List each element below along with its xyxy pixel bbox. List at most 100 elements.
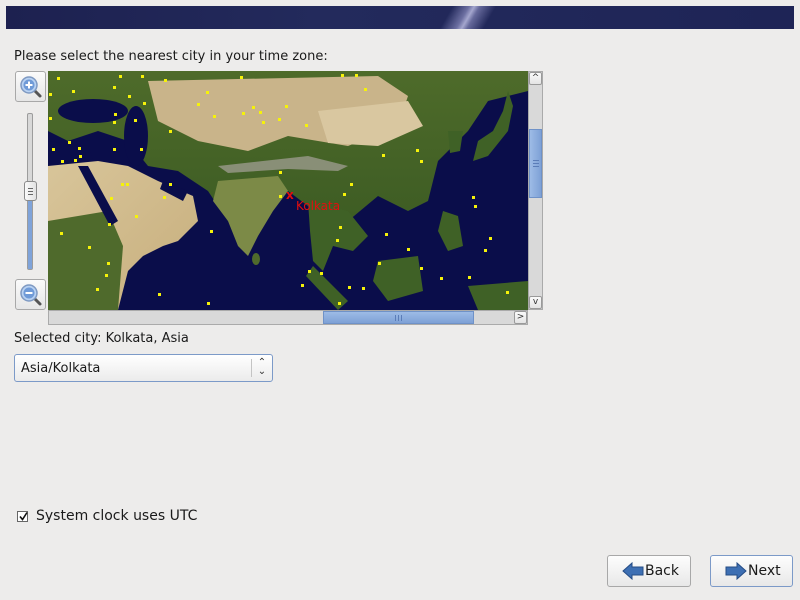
city-dot[interactable] xyxy=(113,148,116,151)
city-dot[interactable] xyxy=(143,102,146,105)
city-dot[interactable] xyxy=(341,74,344,77)
scroll-right-button[interactable]: > xyxy=(514,311,527,324)
selected-city-marker[interactable]: x xyxy=(286,189,294,201)
scroll-up-button[interactable]: ^ xyxy=(529,72,542,85)
city-dot[interactable] xyxy=(343,193,346,196)
city-dot[interactable] xyxy=(484,249,487,252)
city-dot[interactable] xyxy=(416,149,419,152)
back-button[interactable]: Back xyxy=(607,555,691,587)
city-dot[interactable] xyxy=(158,293,161,296)
city-dot[interactable] xyxy=(108,223,111,226)
city-dot[interactable] xyxy=(474,205,477,208)
arrow-right-icon xyxy=(725,562,747,580)
city-dot[interactable] xyxy=(79,155,82,158)
city-dot[interactable] xyxy=(134,119,137,122)
city-dot[interactable] xyxy=(126,183,129,186)
city-dot[interactable] xyxy=(350,183,353,186)
city-dot[interactable] xyxy=(279,195,282,198)
timezone-prompt: Please select the nearest city in your t… xyxy=(14,49,328,64)
timezone-combo-box[interactable]: Asia/Kolkata ⌃ ⌄ xyxy=(14,354,273,382)
city-dot[interactable] xyxy=(61,160,64,163)
city-dot[interactable] xyxy=(362,287,365,290)
city-dot[interactable] xyxy=(339,226,342,229)
city-dot[interactable] xyxy=(378,262,381,265)
city-dot[interactable] xyxy=(88,246,91,249)
map-vertical-scrollbar[interactable]: ^ v xyxy=(528,71,543,310)
city-dot[interactable] xyxy=(207,302,210,305)
city-dot[interactable] xyxy=(121,183,124,186)
city-dot[interactable] xyxy=(78,147,81,150)
city-dot[interactable] xyxy=(355,74,358,77)
city-dot[interactable] xyxy=(468,276,471,279)
city-dot[interactable] xyxy=(197,103,200,106)
next-button[interactable]: Next xyxy=(710,555,793,587)
city-dot[interactable] xyxy=(128,95,131,98)
timezone-map[interactable]: x Kolkata xyxy=(48,71,528,310)
city-dot[interactable] xyxy=(420,267,423,270)
city-dot[interactable] xyxy=(169,183,172,186)
city-dot[interactable] xyxy=(285,105,288,108)
city-dot[interactable] xyxy=(114,113,117,116)
timezone-combo-value: Asia/Kolkata xyxy=(21,361,101,376)
city-dot[interactable] xyxy=(163,196,166,199)
city-dot[interactable] xyxy=(259,111,262,114)
city-dot[interactable] xyxy=(206,91,209,94)
vertical-scroll-thumb[interactable] xyxy=(529,129,542,198)
city-dot[interactable] xyxy=(110,197,113,200)
back-button-label: Back xyxy=(645,563,679,579)
city-dot[interactable] xyxy=(140,148,143,151)
city-dot[interactable] xyxy=(348,286,351,289)
city-dot[interactable] xyxy=(407,248,410,251)
city-dot[interactable] xyxy=(72,90,75,93)
city-dot[interactable] xyxy=(105,274,108,277)
city-dot[interactable] xyxy=(68,141,71,144)
utc-checkbox[interactable] xyxy=(17,511,28,522)
city-dot[interactable] xyxy=(96,288,99,291)
city-dot[interactable] xyxy=(169,130,172,133)
city-dot[interactable] xyxy=(279,171,282,174)
city-dot[interactable] xyxy=(472,196,475,199)
zoom-slider-handle[interactable] xyxy=(24,181,37,201)
city-dot[interactable] xyxy=(135,215,138,218)
city-dot[interactable] xyxy=(141,75,144,78)
city-dot[interactable] xyxy=(278,118,281,121)
city-dot[interactable] xyxy=(506,291,509,294)
utc-checkbox-label[interactable]: System clock uses UTC xyxy=(36,508,197,524)
city-dot[interactable] xyxy=(364,88,367,91)
city-dot[interactable] xyxy=(489,237,492,240)
city-dot[interactable] xyxy=(57,77,60,80)
city-dot[interactable] xyxy=(113,121,116,124)
city-dot[interactable] xyxy=(320,272,323,275)
city-dot[interactable] xyxy=(242,112,245,115)
arrow-left-icon xyxy=(622,562,644,580)
scroll-down-button[interactable]: v xyxy=(529,296,542,309)
horizontal-scroll-thumb[interactable] xyxy=(323,311,474,324)
city-dot[interactable] xyxy=(240,76,243,79)
city-dot[interactable] xyxy=(440,277,443,280)
city-dot[interactable] xyxy=(74,159,77,162)
chevron-right-icon: > xyxy=(516,312,525,322)
city-dot[interactable] xyxy=(49,93,52,96)
city-dot[interactable] xyxy=(60,232,63,235)
city-dot[interactable] xyxy=(262,121,265,124)
city-dot[interactable] xyxy=(49,117,52,120)
city-dot[interactable] xyxy=(252,106,255,109)
city-dot[interactable] xyxy=(213,115,216,118)
city-dot[interactable] xyxy=(113,86,116,89)
map-horizontal-scrollbar[interactable]: > xyxy=(48,310,528,325)
city-dot[interactable] xyxy=(382,154,385,157)
city-dot[interactable] xyxy=(107,262,110,265)
city-dot[interactable] xyxy=(119,75,122,78)
city-dot[interactable] xyxy=(308,270,311,273)
city-dot[interactable] xyxy=(420,160,423,163)
zoom-in-button[interactable] xyxy=(15,71,46,102)
city-dot[interactable] xyxy=(336,239,339,242)
city-dot[interactable] xyxy=(52,148,55,151)
city-dot[interactable] xyxy=(305,124,308,127)
zoom-out-button[interactable] xyxy=(15,279,46,310)
city-dot[interactable] xyxy=(164,79,167,82)
city-dot[interactable] xyxy=(210,230,213,233)
city-dot[interactable] xyxy=(338,302,341,305)
city-dot[interactable] xyxy=(301,284,304,287)
city-dot[interactable] xyxy=(385,233,388,236)
